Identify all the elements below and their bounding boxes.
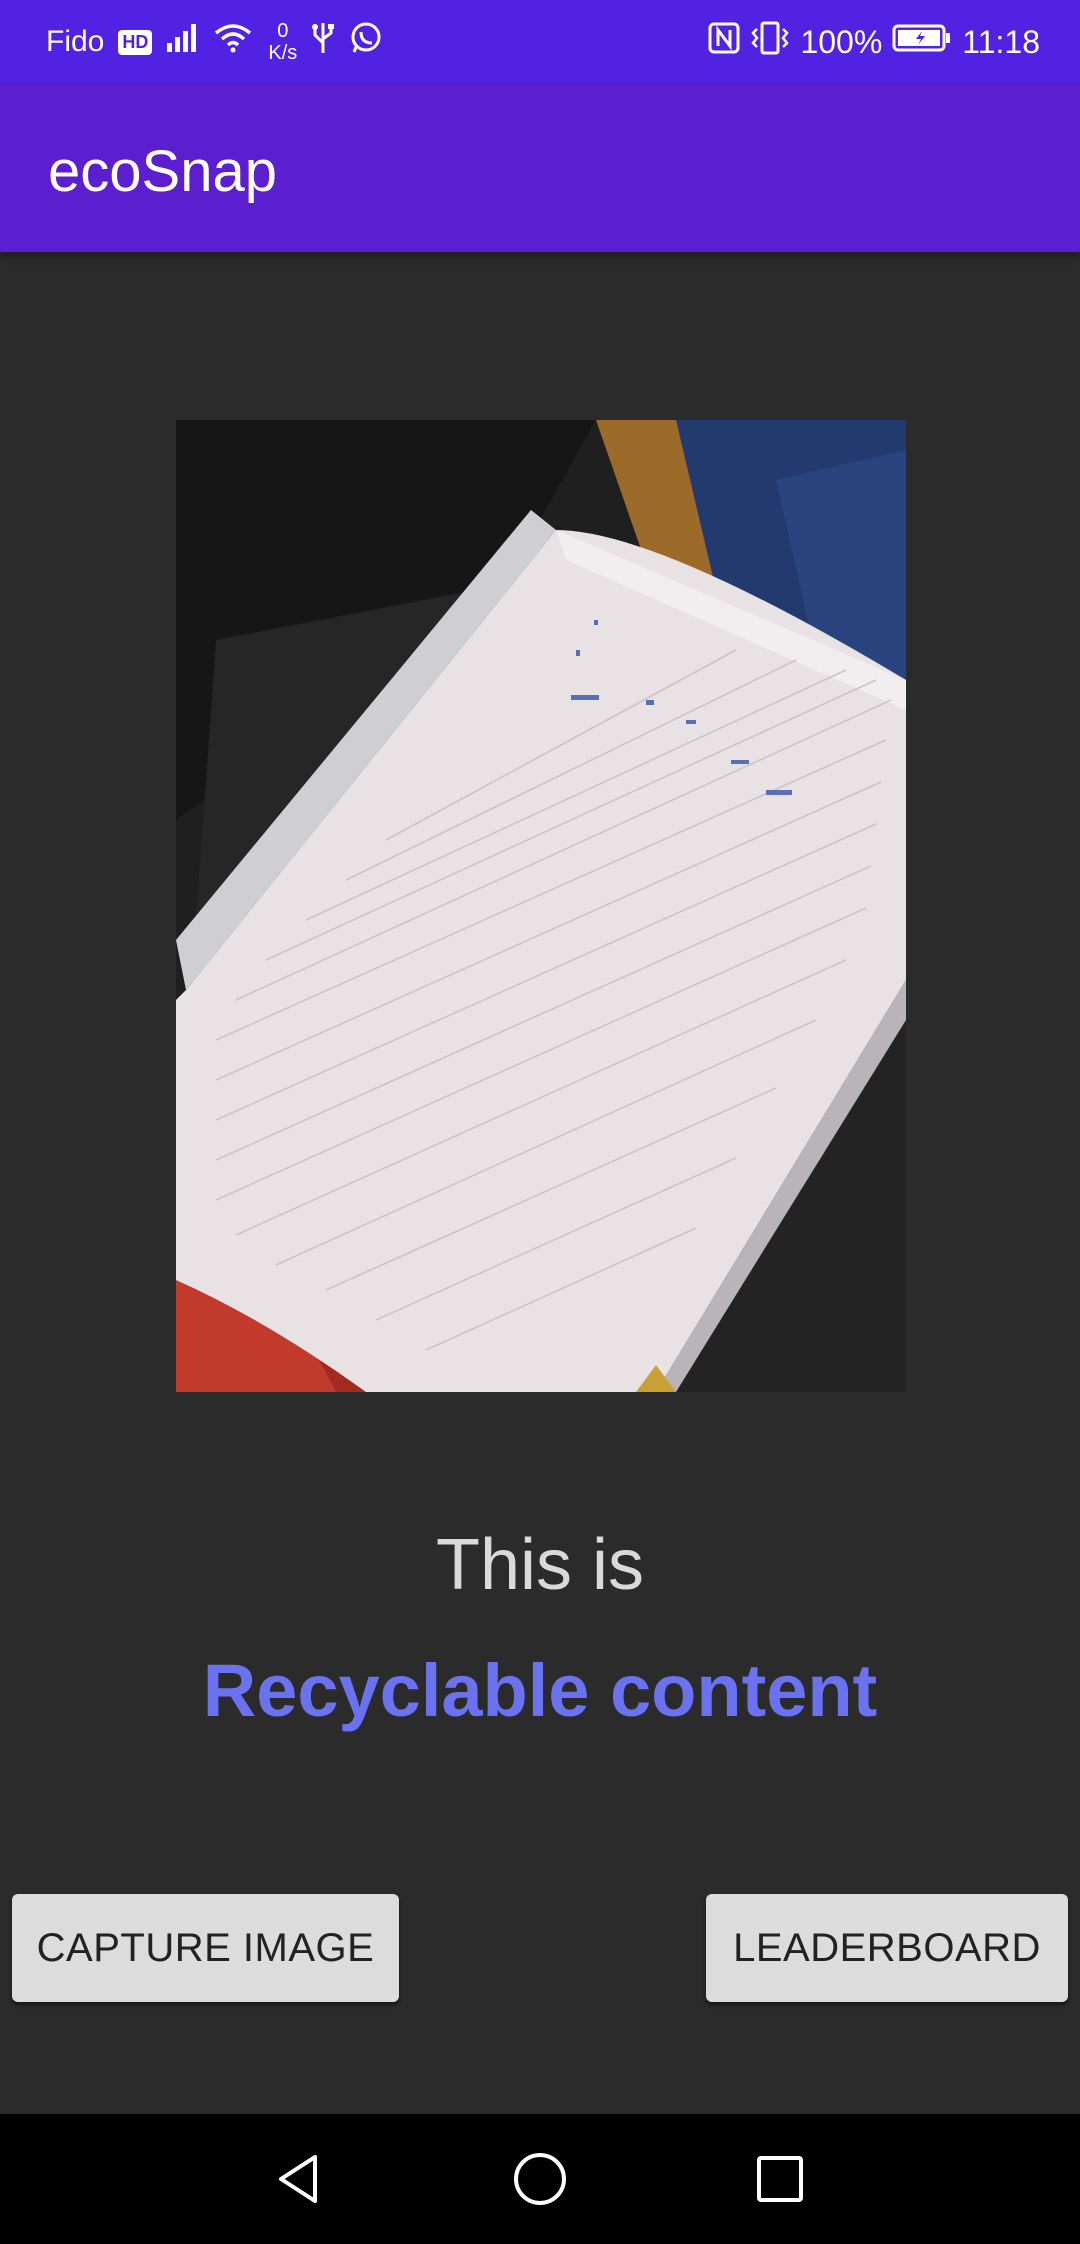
speed-unit: K/s [268,42,298,64]
clock: 11:18 [962,23,1040,60]
navigation-bar [0,2114,1080,2244]
status-bar-right: 100% 11:18 [708,0,1040,84]
app-bar: ecoSnap [0,84,1080,252]
notebook-photo [176,420,906,1392]
recents-icon[interactable] [745,2144,815,2214]
nfc-icon [708,22,740,62]
capture-image-button[interactable]: CAPTURE IMAGE [12,1894,399,2002]
whatsapp-icon [349,21,383,63]
status-bar-left: Fido HD 0 K/s [46,0,383,84]
home-icon[interactable] [505,2144,575,2214]
wifi-icon [214,23,252,61]
vibrate-icon [750,21,790,63]
back-icon[interactable] [264,2144,334,2214]
status-bar: Fido HD 0 K/s 100% 11:18 [0,0,1080,84]
network-speed: 0 K/s [268,20,297,64]
usb-icon [311,21,335,63]
app-title: ecoSnap [48,139,277,204]
signal-icon [166,23,200,61]
battery-icon [892,23,952,61]
result-prefix: This is [435,1525,645,1605]
result-label: Recyclable content [202,1649,878,1732]
battery-percent: 100% [800,23,883,60]
carrier-name: Fido [46,25,105,58]
captured-image [176,420,906,1392]
leaderboard-button[interactable]: LEADERBOARD [706,1894,1068,2002]
speed-value: 0 [277,20,289,42]
hd-badge: HD [118,29,153,55]
